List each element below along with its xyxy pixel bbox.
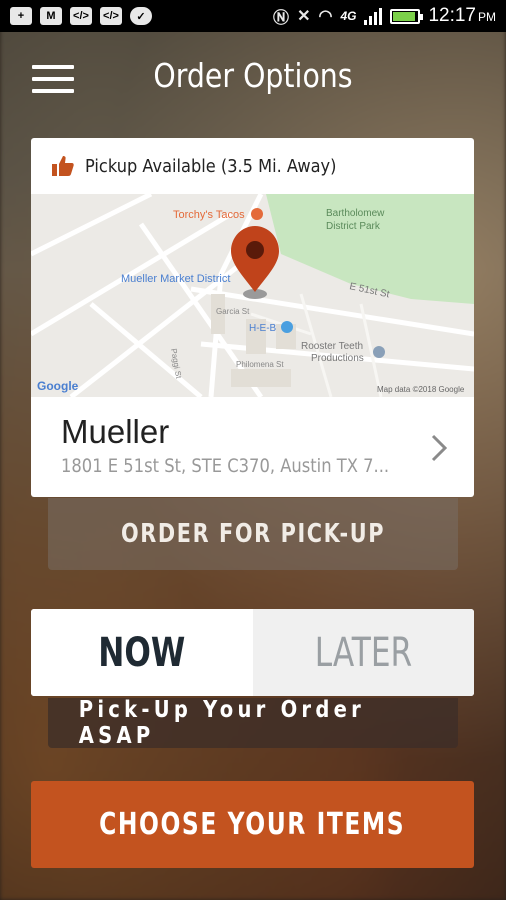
clock: 12:17 PM (428, 5, 496, 26)
map-label-park-2: District Park (326, 221, 381, 232)
map-label-mueller: Mueller Market District (121, 273, 230, 285)
toggle-now[interactable]: NOW (31, 609, 253, 696)
location-name: Mueller (61, 413, 170, 450)
code-icon: </> (70, 7, 92, 25)
map-label-garcia: Garcia St (216, 307, 250, 316)
google-logo: Google (37, 379, 79, 393)
battery-icon (390, 8, 424, 24)
map-label-torchys: Torchy's Tacos (173, 209, 245, 221)
status-bar: + M </> </> ✓ Ⓝ ✕ ◠ 4G 12:17 PM (0, 0, 506, 32)
map-label-rooster-2: Productions (311, 353, 364, 364)
chevron-right-icon (431, 434, 448, 462)
page-title: Order Options (153, 56, 353, 95)
pickup-status-row: Pickup Available (3.5 Mi. Away) (31, 138, 474, 194)
wifi-icon: ◠ (318, 8, 333, 25)
pickup-status-text: Pickup Available (3.5 Mi. Away) (85, 155, 337, 177)
network-indicator: 4G (340, 9, 357, 23)
signal-icon (364, 7, 383, 25)
time-toggle: NOW LATER (31, 609, 474, 696)
map-label-heb: H-E-B (249, 323, 277, 334)
map-label-philomena: Philomena St (236, 360, 284, 369)
add-box-icon: + (10, 7, 32, 25)
toggle-later[interactable]: LATER (252, 609, 474, 696)
asap-label: Pick-Up Your Order ASAP (48, 697, 458, 749)
order-type-button[interactable]: ORDER FOR PICK-UP (48, 498, 458, 570)
code-icon: </> (100, 7, 122, 25)
location-card: Pickup Available (3.5 Mi. Away) Torchy's… (31, 138, 474, 497)
grocery-pin-icon (281, 321, 293, 333)
location-address: 1801 E 51st St, STE C370, Austin TX 7... (61, 455, 390, 477)
nfc-icon: Ⓝ (273, 10, 290, 27)
location-map[interactable]: Torchy's Tacos Bartholomew District Park… (31, 194, 474, 397)
thumbs-up-icon (52, 156, 74, 176)
restaurant-pin-icon (251, 208, 263, 220)
bluetooth-icon: ✕ (297, 8, 311, 25)
map-label-rooster-1: Rooster Teeth (301, 341, 363, 352)
messenger-icon: ✓ (130, 7, 152, 25)
map-label-park-1: Bartholomew (326, 208, 385, 219)
gmail-icon: M (40, 7, 62, 25)
location-details[interactable]: Mueller 1801 E 51st St, STE C370, Austin… (31, 397, 474, 497)
place-pin-icon (373, 346, 385, 358)
map-attribution: Map data ©2018 Google (377, 385, 465, 394)
app-header: Order Options (0, 32, 506, 122)
choose-items-button[interactable]: CHOOSE YOUR ITEMS (31, 781, 474, 868)
